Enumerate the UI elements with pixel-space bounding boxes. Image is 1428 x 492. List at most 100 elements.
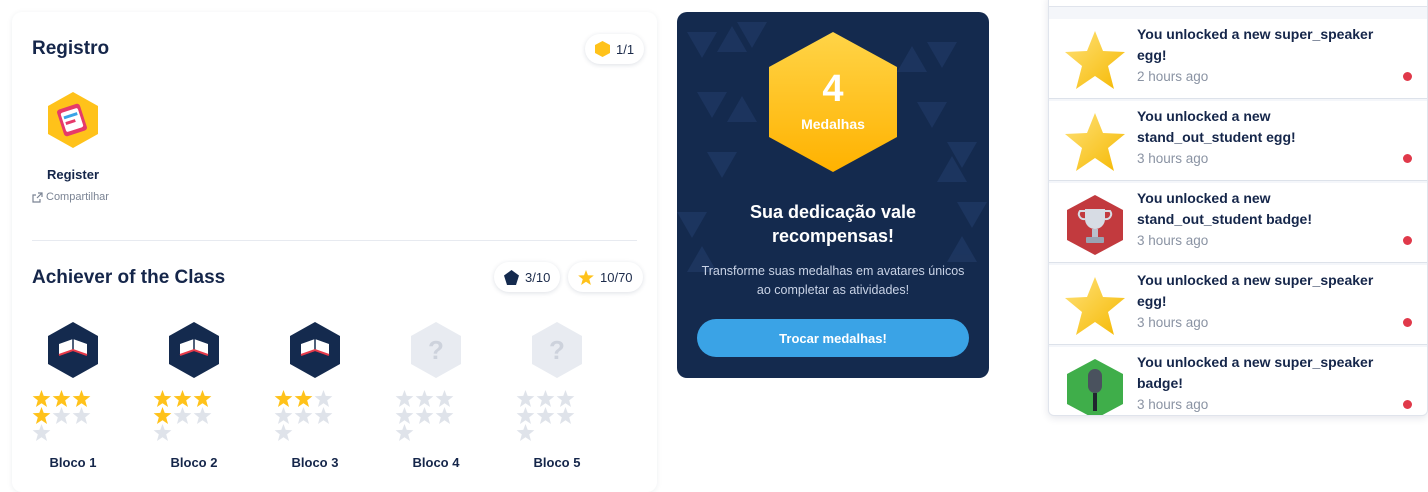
exchange-medals-button[interactable]: Trocar medalhas! <box>697 319 969 357</box>
share-label: Compartilhar <box>46 191 109 203</box>
unread-dot <box>1403 400 1412 409</box>
notification-text: You unlocked a new stand_out_student bad… <box>1137 188 1397 251</box>
locked-question-icon: ? <box>411 322 461 378</box>
registro-title: Registro <box>32 38 110 59</box>
open-book-icon <box>48 322 98 378</box>
star-count: 10/70 <box>600 269 633 285</box>
star-icon <box>52 407 71 424</box>
external-link-icon <box>32 191 43 203</box>
star-icon <box>435 390 454 407</box>
star-icon <box>173 407 192 424</box>
register-badge-name: Register <box>46 167 100 182</box>
star-icon <box>32 407 51 424</box>
notification-message: You unlocked a new super_speaker egg! <box>1137 272 1374 309</box>
star-rating <box>28 390 110 441</box>
star-icon <box>435 407 454 424</box>
notification-time: 3 hours ago <box>1137 315 1209 330</box>
star-icon <box>1065 31 1125 89</box>
block-label: Bloco 4 <box>412 455 460 470</box>
notification-message: You unlocked a new super_speaker egg! <box>1137 26 1374 63</box>
star-icon <box>1065 113 1125 171</box>
medal-count: 4 <box>822 68 844 110</box>
star-icon <box>516 390 535 407</box>
svg-text:?: ? <box>549 335 565 365</box>
notification-item[interactable]: You unlocked a new stand_out_student bad… <box>1049 183 1427 263</box>
star-icon <box>395 390 414 407</box>
achievement-block[interactable]: Bloco 1 <box>28 322 118 470</box>
star-icon <box>274 407 293 424</box>
notification-text: You unlocked a new stand_out_student egg… <box>1137 106 1397 169</box>
unread-dot <box>1403 154 1412 163</box>
star-icon <box>578 269 594 285</box>
star-icon <box>1065 277 1125 335</box>
notifications-header-strip <box>1049 0 1427 7</box>
medal-label: Medalhas <box>801 116 865 132</box>
star-icon <box>536 407 555 424</box>
star-icon <box>274 390 293 407</box>
promo-description: Transforme suas medalhas em avatares úni… <box>701 264 965 297</box>
open-book-icon <box>169 322 219 378</box>
notification-time: 2 hours ago <box>1137 69 1209 84</box>
block-label: Bloco 2 <box>170 455 218 470</box>
star-icon <box>415 390 434 407</box>
share-link[interactable]: Compartilhar <box>32 191 109 203</box>
star-icon <box>72 407 91 424</box>
star-icon <box>32 390 51 407</box>
achievement-block[interactable]: ? Bloco 4 <box>391 322 481 470</box>
locked-question-icon: ? <box>532 322 582 378</box>
unread-dot <box>1403 236 1412 245</box>
navy-pentagon-icon <box>504 269 519 285</box>
star-icon <box>314 390 333 407</box>
promo-title: Sua dedicação vale recompensas! <box>749 202 917 246</box>
star-icon <box>516 407 535 424</box>
notification-item[interactable]: You unlocked a new super_speaker badge! … <box>1049 347 1427 415</box>
rewards-promo-card: 4 Medalhas Sua dedicação vale recompensa… <box>677 12 989 378</box>
microphone-icon <box>1067 359 1123 415</box>
star-rating <box>270 390 352 441</box>
star-count-pill: 10/70 <box>568 262 643 292</box>
section-divider <box>32 240 637 241</box>
star-icon <box>153 407 172 424</box>
block-label: Bloco 3 <box>291 455 339 470</box>
achievement-block[interactable]: Bloco 3 <box>270 322 360 470</box>
star-icon <box>153 424 172 441</box>
star-icon <box>415 407 434 424</box>
notification-text: You unlocked a new super_speaker egg! 2 … <box>1137 24 1397 87</box>
gold-hexagon-icon <box>595 41 610 57</box>
star-icon <box>556 407 575 424</box>
unread-dot <box>1403 318 1412 327</box>
star-icon <box>173 390 192 407</box>
block-label: Bloco 5 <box>533 455 581 470</box>
trophy-icon <box>1067 195 1123 255</box>
star-icon <box>274 424 293 441</box>
star-icon <box>536 390 555 407</box>
svg-text:?: ? <box>428 335 444 365</box>
gem-count-pill: 3/10 <box>494 262 561 292</box>
open-book-icon <box>290 322 340 378</box>
star-icon <box>294 407 313 424</box>
star-icon <box>556 390 575 407</box>
notification-time: 3 hours ago <box>1137 151 1209 166</box>
star-icon <box>314 407 333 424</box>
star-icon <box>193 390 212 407</box>
achievement-block[interactable]: ? Bloco 5 <box>512 322 602 470</box>
registro-count-pill: 1/1 <box>585 34 645 64</box>
notification-message: You unlocked a new stand_out_student bad… <box>1137 190 1313 227</box>
star-icon <box>193 407 212 424</box>
register-badge-icon[interactable] <box>48 92 98 148</box>
star-icon <box>516 424 535 441</box>
notification-item[interactable]: You unlocked a new super_speaker egg! 2 … <box>1049 19 1427 99</box>
notification-item[interactable]: You unlocked a new super_speaker egg! 3 … <box>1049 265 1427 345</box>
star-icon <box>72 390 91 407</box>
star-icon <box>294 390 313 407</box>
achiever-title: Achiever of the Class <box>32 267 226 288</box>
star-rating <box>512 390 594 441</box>
star-icon <box>395 424 414 441</box>
notifications-panel[interactable]: You unlocked a new super_speaker egg! 2 … <box>1048 0 1428 416</box>
notification-text: You unlocked a new super_speaker badge! … <box>1137 352 1397 415</box>
star-rating <box>149 390 231 441</box>
achievement-block[interactable]: Bloco 2 <box>149 322 239 470</box>
block-label: Bloco 1 <box>49 455 97 470</box>
star-icon <box>52 390 71 407</box>
notification-item[interactable]: You unlocked a new stand_out_student egg… <box>1049 101 1427 181</box>
